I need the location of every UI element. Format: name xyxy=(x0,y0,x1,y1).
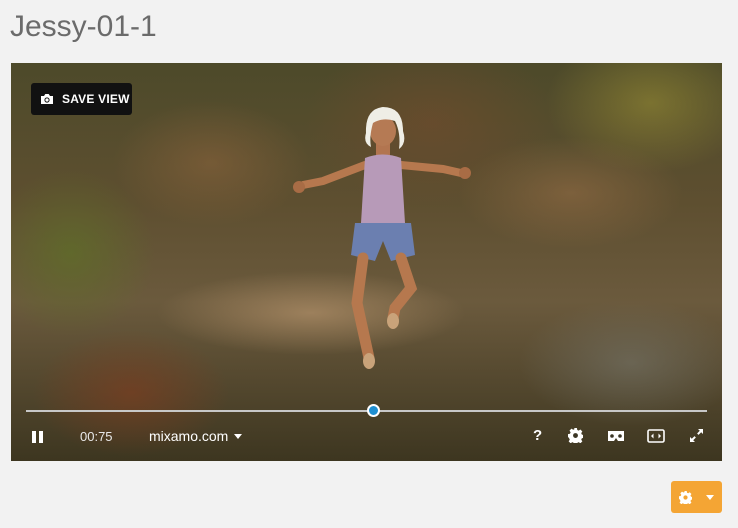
time-display: 00:75 xyxy=(80,429,113,444)
help-button[interactable]: ? xyxy=(533,427,542,444)
page-title: Jessy-01-1 xyxy=(10,10,157,43)
expand-horizontal-icon xyxy=(647,429,665,443)
timeline-scrubber[interactable] xyxy=(366,404,380,417)
pause-icon xyxy=(32,431,43,443)
source-label: mixamo.com xyxy=(149,428,229,444)
gear-icon xyxy=(568,428,583,443)
vr-headset-icon xyxy=(608,431,624,441)
options-button[interactable] xyxy=(671,481,722,513)
camera-icon xyxy=(40,93,54,105)
stereo-view-button[interactable] xyxy=(647,429,665,443)
source-dropdown[interactable]: mixamo.com xyxy=(149,428,243,444)
fullscreen-icon xyxy=(690,429,703,442)
save-view-label: SAVE VIEW xyxy=(62,92,130,106)
model-viewer[interactable]: SAVE VIEW 00:75 mixamo.com ? xyxy=(11,63,722,461)
vr-button[interactable] xyxy=(607,429,625,443)
character-model xyxy=(293,107,471,369)
player-controls: 00:75 mixamo.com ? xyxy=(11,423,722,453)
pause-button[interactable] xyxy=(31,429,47,445)
settings-button[interactable] xyxy=(568,428,583,443)
gear-icon xyxy=(679,490,692,504)
chevron-down-icon xyxy=(706,494,714,500)
save-view-button[interactable]: SAVE VIEW xyxy=(31,83,132,115)
chevron-down-icon xyxy=(234,433,243,439)
fullscreen-button[interactable] xyxy=(689,428,704,443)
